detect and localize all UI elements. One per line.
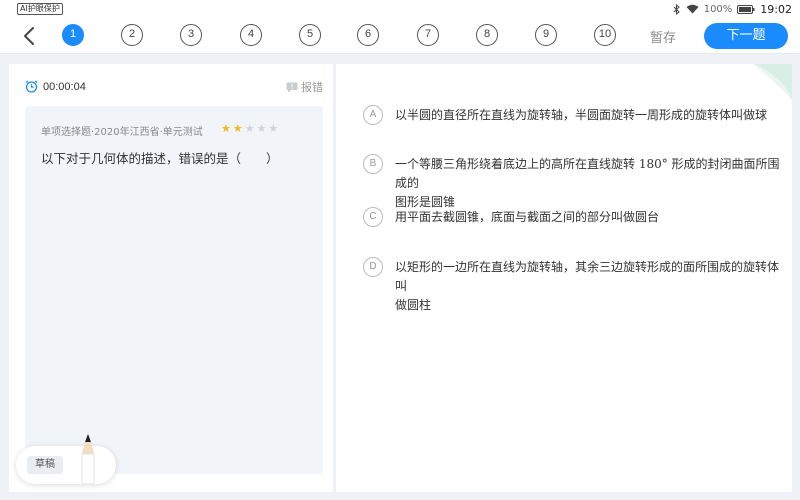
draft-label: 草稿 <box>27 456 63 474</box>
options-panel: A 以半圆的直径所在直线为旋转轴，半圆面旋转一周形成的旋转体叫做球 B 一个等腰… <box>336 64 792 492</box>
status-bar: AI护眼保护 100% 19:02 <box>0 0 800 18</box>
question-number-7[interactable]: 7 <box>417 24 439 46</box>
pencil-icon <box>81 434 95 484</box>
question-number-5[interactable]: 5 <box>299 24 321 46</box>
option-letter: B <box>363 154 383 174</box>
question-number-2[interactable]: 2 <box>121 24 143 46</box>
angle-value: 180° <box>638 157 668 171</box>
question-number-1[interactable]: 1 <box>62 24 84 46</box>
option-letter: A <box>363 105 383 125</box>
question-number-10[interactable]: 10 <box>594 24 616 46</box>
report-error-button[interactable]: 报错 <box>286 79 323 95</box>
draft-button[interactable]: 草稿 <box>16 434 116 484</box>
option-letter: C <box>363 207 383 227</box>
save-draft-button[interactable]: 暂存 <box>650 27 676 46</box>
back-button[interactable] <box>20 26 40 46</box>
star-icon: ★ <box>232 122 243 135</box>
question-number-4[interactable]: 4 <box>240 24 262 46</box>
option-text: 一个等腰三角形绕着底边上的高所在直线旋转 180° 形成的封闭曲面所围成的 图形… <box>395 157 780 209</box>
status-icons: 100% 19:02 <box>673 2 792 16</box>
alarm-clock-icon <box>25 80 38 93</box>
next-question-button[interactable]: 下一题 <box>704 23 788 49</box>
question-number-8[interactable]: 8 <box>476 24 498 46</box>
question-card: 单项选择题·2020年江西省·单元测试 ★ ★ ★ ★ ★ 以下对于几何体的描述… <box>25 106 323 474</box>
battery-percent: 100% <box>703 3 733 15</box>
question-nav-bar: 1 2 3 4 5 6 7 8 9 10 暂存 下一题 <box>0 18 800 54</box>
question-number-3[interactable]: 3 <box>180 24 202 46</box>
battery-icon <box>737 4 755 14</box>
bluetooth-icon <box>673 3 681 15</box>
wifi-icon <box>686 4 699 14</box>
timer: 00:00:04 <box>25 80 86 93</box>
question-panel: 00:00:04 报错 单项选择题·2020年江西省·单元测试 ★ ★ ★ ★ … <box>9 64 333 492</box>
question-number-9[interactable]: 9 <box>535 24 557 46</box>
timer-text: 00:00:04 <box>43 80 86 93</box>
question-stem: 以下对于几何体的描述，错误的是（ ） <box>41 151 279 166</box>
option-text: 以矩形的一边所在直线为旋转轴，其余三边旋转形成的面所围成的旋转体叫 做圆柱 <box>395 260 780 312</box>
option-text: 以半圆的直径所在直线为旋转轴，半圆面旋转一周形成的旋转体叫做球 <box>395 108 768 122</box>
page-curl-decoration <box>754 64 792 100</box>
question-meta: 单项选择题·2020年江西省·单元测试 <box>41 127 203 138</box>
difficulty-stars: ★ ★ ★ ★ ★ <box>221 123 278 134</box>
report-error-label: 报错 <box>301 81 323 94</box>
eye-protection-badge[interactable]: AI护眼保护 <box>17 3 63 15</box>
star-icon: ★ <box>268 122 279 135</box>
chevron-left-icon <box>24 27 34 45</box>
star-icon: ★ <box>244 122 255 135</box>
question-number-6[interactable]: 6 <box>357 24 379 46</box>
star-icon: ★ <box>256 122 267 135</box>
star-icon: ★ <box>221 122 231 135</box>
comment-flag-icon <box>286 82 298 92</box>
option-text: 用平面去截圆锥，底面与截面之间的部分叫做圆台 <box>395 210 660 224</box>
option-letter: D <box>363 257 383 277</box>
clock-time: 19:02 <box>760 2 792 16</box>
